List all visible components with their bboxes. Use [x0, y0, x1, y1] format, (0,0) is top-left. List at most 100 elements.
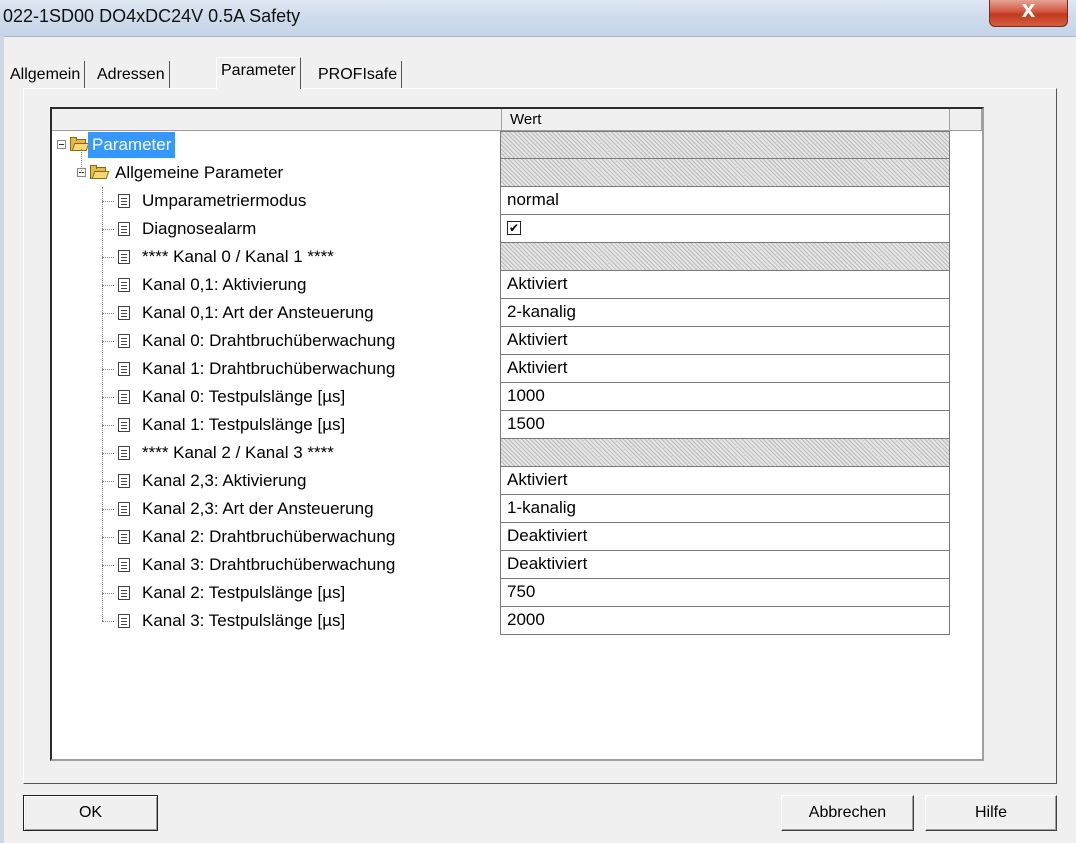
parameter-value[interactable]: Deaktiviert: [500, 523, 950, 551]
parameter-icon: [118, 558, 130, 572]
parameter-icon: [118, 614, 130, 628]
parameter-name[interactable]: Kanal 0,1: Art der Ansteuerung: [142, 299, 374, 327]
parameter-name[interactable]: Kanal 0: Testpulslänge [µs]: [142, 383, 345, 411]
tree-row[interactable]: Kanal 1: Testpulslänge [µs] 1500: [52, 411, 1000, 439]
parameter-name[interactable]: Kanal 2,3: Art der Ansteuerung: [142, 495, 374, 523]
parameter-name[interactable]: Kanal 2: Testpulslänge [µs]: [142, 579, 345, 607]
tree-row[interactable]: **** Kanal 0 / Kanal 1 ****: [52, 243, 1000, 271]
tab-label: Adressen: [97, 66, 165, 83]
parameter-name[interactable]: Kanal 1: Testpulslänge [µs]: [142, 411, 345, 439]
tree-row[interactable]: Allgemeine Parameter: [52, 159, 1000, 187]
tree-connector: [102, 313, 114, 314]
parameter-value: [500, 131, 950, 159]
tree-row[interactable]: Kanal 2,3: Art der Ansteuerung 1-kanalig: [52, 495, 1000, 523]
parameter-value[interactable]: Aktiviert: [500, 327, 950, 355]
tree-connector: [102, 397, 114, 398]
parameter-icon: [118, 334, 130, 348]
parameter-icon: [118, 194, 130, 208]
tree-row[interactable]: Kanal 0,1: Aktivierung Aktiviert: [52, 271, 1000, 299]
tree-row[interactable]: Kanal 3: Testpulslänge [µs] 2000: [52, 607, 1000, 635]
tree-row[interactable]: Kanal 2: Drahtbruchüberwachung Deaktivier…: [52, 523, 1000, 551]
tree-connector: [81, 149, 82, 173]
parameter-tree-grid[interactable]: Wert Parameter Allgemeine Parameter Umpara…: [50, 107, 984, 761]
parameter-name[interactable]: Kanal 2,3: Aktivierung: [142, 467, 306, 495]
parameter-name[interactable]: **** Kanal 2 / Kanal 3 ****: [142, 439, 334, 467]
parameter-value[interactable]: 1-kanalig: [500, 495, 950, 523]
tree-row[interactable]: Kanal 0,1: Art der Ansteuerung 2-kanalig: [52, 299, 1000, 327]
diagnosealarm-cell[interactable]: ✔: [500, 215, 950, 243]
column-header-value[interactable]: Wert: [502, 109, 950, 131]
parameter-name[interactable]: Umparametriermodus: [142, 187, 306, 215]
tree-row[interactable]: Kanal 2,3: Aktivierung Aktiviert: [52, 467, 1000, 495]
tree-connector: [102, 537, 114, 538]
tree-row[interactable]: Kanal 0: Drahtbruchüberwachung Aktiviert: [52, 327, 1000, 355]
parameter-name[interactable]: Kanal 0,1: Aktivierung: [142, 271, 306, 299]
parameter-value[interactable]: Aktiviert: [500, 271, 950, 299]
parameter-name[interactable]: Kanal 3: Drahtbruchüberwachung: [142, 551, 395, 579]
parameter-name[interactable]: Allgemeine Parameter: [115, 159, 283, 187]
tree-row[interactable]: Kanal 2: Testpulslänge [µs] 750: [52, 579, 1000, 607]
column-header-filler: [950, 109, 982, 131]
parameter-icon: [118, 530, 130, 544]
parameter-icon: [118, 586, 130, 600]
parameter-icon: [118, 362, 130, 376]
tab-label: Parameter: [221, 62, 296, 79]
title-bar: 022-1SD00 DO4xDC24V 0.5A Safety X: [0, 0, 1076, 37]
tree-connector: [102, 453, 114, 454]
parameter-value[interactable]: Aktiviert: [500, 467, 950, 495]
collapse-icon[interactable]: [57, 140, 66, 149]
tree-connector: [102, 593, 114, 594]
help-button[interactable]: Hilfe: [925, 795, 1057, 831]
tree-connector: [102, 187, 103, 621]
column-header-name[interactable]: [52, 109, 502, 131]
parameter-value[interactable]: 2000: [500, 607, 950, 635]
parameter-value[interactable]: normal: [500, 187, 950, 215]
tree-row[interactable]: Diagnosealarm ✔: [52, 215, 1000, 243]
parameter-value[interactable]: 1000: [500, 383, 950, 411]
tree-row[interactable]: Kanal 1: Drahtbruchüberwachung Aktiviert: [52, 355, 1000, 383]
tab-profisafe[interactable]: PROFIsafe: [314, 61, 403, 88]
cancel-button[interactable]: Abbrechen: [781, 795, 914, 831]
parameter-icon: [118, 250, 130, 264]
parameter-icon: [118, 446, 130, 460]
parameter-value: [500, 159, 950, 187]
parameter-icon: [118, 306, 130, 320]
parameter-icon: [118, 278, 130, 292]
parameter-value[interactable]: Deaktiviert: [500, 551, 950, 579]
window-title: 022-1SD00 DO4xDC24V 0.5A Safety: [3, 6, 301, 26]
tree-connector: [102, 509, 114, 510]
parameter-icon: [118, 502, 130, 516]
ok-button[interactable]: OK: [23, 795, 158, 831]
tab-parameter[interactable]: Parameter: [216, 57, 301, 89]
tree-connector: [102, 621, 114, 622]
tree-connector: [102, 285, 114, 286]
tree-row[interactable]: Kanal 3: Drahtbruchüberwachung Deaktivier…: [52, 551, 1000, 579]
tab-allgemein[interactable]: Allgemein: [6, 61, 86, 88]
parameter-value[interactable]: 750: [500, 579, 950, 607]
parameter-name[interactable]: Parameter: [88, 132, 176, 158]
parameter-name[interactable]: Diagnosealarm: [142, 215, 256, 243]
parameter-name[interactable]: Kanal 0: Drahtbruchüberwachung: [142, 327, 395, 355]
tree-row[interactable]: **** Kanal 2 / Kanal 3 ****: [52, 439, 1000, 467]
parameter-icon: [118, 418, 130, 432]
tree-row[interactable]: Parameter: [52, 131, 1000, 159]
parameter-value[interactable]: 1500: [500, 411, 950, 439]
close-button[interactable]: X: [989, 0, 1068, 27]
tree-connector: [102, 481, 114, 482]
parameter-value[interactable]: 2-kanalig: [500, 299, 950, 327]
tab-label: Allgemein: [10, 66, 81, 83]
tree-connector: [102, 257, 114, 258]
parameter-value[interactable]: Aktiviert: [500, 355, 950, 383]
diagnosealarm-checkbox[interactable]: ✔: [507, 221, 521, 235]
parameter-name[interactable]: Kanal 1: Drahtbruchüberwachung: [142, 355, 395, 383]
parameter-icon: [118, 222, 130, 236]
parameter-name[interactable]: Kanal 2: Drahtbruchüberwachung: [142, 523, 395, 551]
parameter-name[interactable]: **** Kanal 0 / Kanal 1 ****: [142, 243, 334, 271]
folder-open-icon: [90, 165, 110, 179]
tab-adressen[interactable]: Adressen: [93, 61, 170, 88]
tree-connector: [102, 201, 114, 202]
parameter-name[interactable]: Kanal 3: Testpulslänge [µs]: [142, 607, 345, 635]
tree-row[interactable]: Kanal 0: Testpulslänge [µs] 1000: [52, 383, 1000, 411]
tree-row[interactable]: Umparametriermodus normal: [52, 187, 1000, 215]
tab-label: PROFIsafe: [318, 66, 398, 83]
